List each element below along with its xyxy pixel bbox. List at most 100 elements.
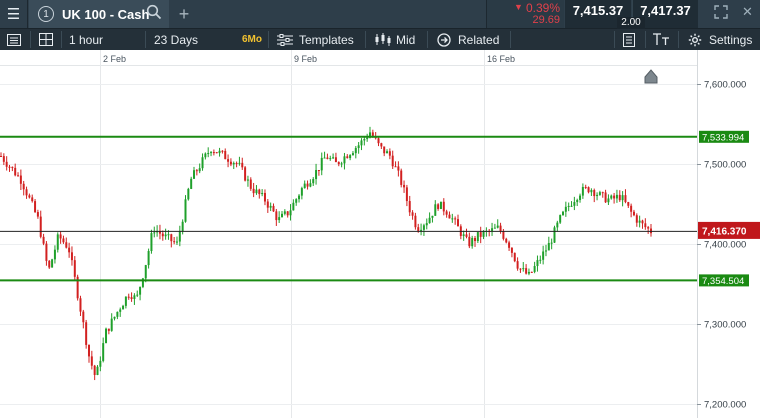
candle-body bbox=[161, 233, 164, 237]
candle-body bbox=[144, 265, 147, 279]
candle-body bbox=[462, 234, 465, 236]
candle-body bbox=[73, 260, 76, 277]
period-badge[interactable]: 6Mo bbox=[242, 29, 262, 50]
candle-body bbox=[439, 201, 442, 209]
candle-body bbox=[238, 162, 241, 164]
price-type-label: Mid bbox=[396, 32, 416, 47]
candle-body bbox=[624, 195, 627, 203]
candle-body bbox=[244, 167, 247, 181]
candle-body bbox=[193, 170, 196, 179]
text-size-icon[interactable] bbox=[653, 29, 670, 50]
candle-body bbox=[5, 161, 8, 167]
candle-body bbox=[596, 194, 599, 197]
candle-body bbox=[553, 227, 556, 243]
candle-body bbox=[229, 161, 232, 165]
candle-body bbox=[431, 215, 434, 218]
hamburger-icon[interactable]: ☰ bbox=[0, 0, 28, 28]
candle-body bbox=[562, 211, 565, 216]
price-chart[interactable]: 7,600.000 7,500.000 7,400.000 7,300.000 7,20… bbox=[0, 50, 760, 418]
candle-body bbox=[491, 228, 494, 232]
candle-body bbox=[493, 227, 496, 229]
candle-body bbox=[408, 201, 411, 213]
instrument-tab[interactable]: 1 UK 100 - Cash bbox=[29, 0, 169, 28]
add-tab-icon[interactable]: + bbox=[170, 0, 198, 28]
candle-body bbox=[110, 318, 113, 331]
candle-body bbox=[232, 162, 235, 165]
candle-body bbox=[388, 151, 391, 156]
templates-button[interactable]: Templates bbox=[277, 29, 354, 50]
candle-body bbox=[329, 158, 332, 160]
candle-body bbox=[505, 238, 508, 243]
candle-body bbox=[212, 152, 215, 154]
candle-body bbox=[326, 157, 329, 159]
y-tick-label: 7,600.000 bbox=[704, 80, 746, 91]
candle-body bbox=[22, 183, 25, 190]
candle-body bbox=[167, 234, 170, 236]
panel-layout-icon[interactable] bbox=[7, 29, 21, 50]
candle-body bbox=[178, 231, 181, 242]
settings-button[interactable]: Settings bbox=[688, 29, 752, 50]
candle-body bbox=[283, 211, 286, 214]
candle-body bbox=[360, 140, 363, 146]
candle-body bbox=[221, 150, 224, 152]
price-type-dropdown[interactable]: Mid bbox=[375, 29, 415, 50]
candle-body bbox=[82, 311, 85, 323]
close-icon[interactable]: ✕ bbox=[742, 4, 753, 20]
related-button[interactable]: Related bbox=[437, 29, 499, 50]
interval-dropdown[interactable]: 1 hour bbox=[69, 29, 103, 50]
candle-body bbox=[315, 170, 318, 180]
candle-body bbox=[323, 157, 326, 159]
candle-body bbox=[363, 139, 366, 141]
search-icon[interactable] bbox=[146, 4, 162, 23]
candle-body bbox=[598, 192, 601, 195]
candle-body bbox=[386, 151, 389, 154]
candle-body bbox=[255, 189, 258, 194]
candle-body bbox=[610, 195, 613, 199]
candle-body bbox=[215, 152, 218, 154]
candle-body bbox=[465, 234, 468, 237]
candle-body bbox=[198, 168, 201, 172]
templates-label: Templates bbox=[299, 32, 354, 47]
candle-body bbox=[124, 296, 127, 306]
candle-body bbox=[292, 202, 295, 211]
notes-icon[interactable] bbox=[623, 29, 635, 50]
candle-body bbox=[127, 296, 130, 298]
candle-body bbox=[87, 344, 90, 357]
expand-icon[interactable] bbox=[714, 5, 728, 22]
x-tick-label: 16 Feb bbox=[487, 54, 515, 64]
candle-body bbox=[650, 228, 652, 234]
spread-badge: 2.00 bbox=[617, 17, 645, 29]
candle-body bbox=[184, 199, 187, 222]
candle-body bbox=[334, 157, 337, 163]
candle-body bbox=[508, 242, 511, 248]
candle-body bbox=[272, 205, 275, 212]
candle-body bbox=[471, 238, 474, 247]
change-percent: 0.39% bbox=[525, 1, 560, 15]
candle-body bbox=[604, 192, 607, 203]
candle-body bbox=[346, 156, 349, 159]
candle-body bbox=[300, 188, 303, 196]
candle-body bbox=[136, 294, 139, 296]
grid-layout-icon[interactable] bbox=[39, 29, 53, 50]
candle-body bbox=[647, 227, 650, 229]
candle-body bbox=[499, 225, 502, 232]
candle-body bbox=[28, 195, 31, 198]
tab-number-badge: 1 bbox=[38, 6, 54, 22]
candle-body bbox=[513, 252, 516, 262]
candle-body bbox=[630, 205, 633, 212]
candle-body bbox=[258, 189, 261, 195]
candlestick-chart[interactable]: 7,600.000 7,500.000 7,400.000 7,300.000 7,20… bbox=[0, 50, 760, 418]
candle-body bbox=[516, 261, 519, 269]
candle-body bbox=[445, 211, 448, 215]
candle-body bbox=[570, 205, 573, 207]
candle-body bbox=[113, 316, 116, 319]
candle-body bbox=[317, 170, 320, 172]
candle-body bbox=[62, 238, 65, 243]
x-tick-label: 9 Feb bbox=[294, 54, 317, 64]
candle-body bbox=[275, 211, 278, 221]
candle-body bbox=[261, 192, 264, 195]
candle-body bbox=[85, 322, 88, 345]
candle-body bbox=[42, 236, 45, 244]
period-dropdown[interactable]: 23 Days bbox=[154, 29, 198, 50]
line-value-text: 7,354.504 bbox=[702, 276, 744, 287]
